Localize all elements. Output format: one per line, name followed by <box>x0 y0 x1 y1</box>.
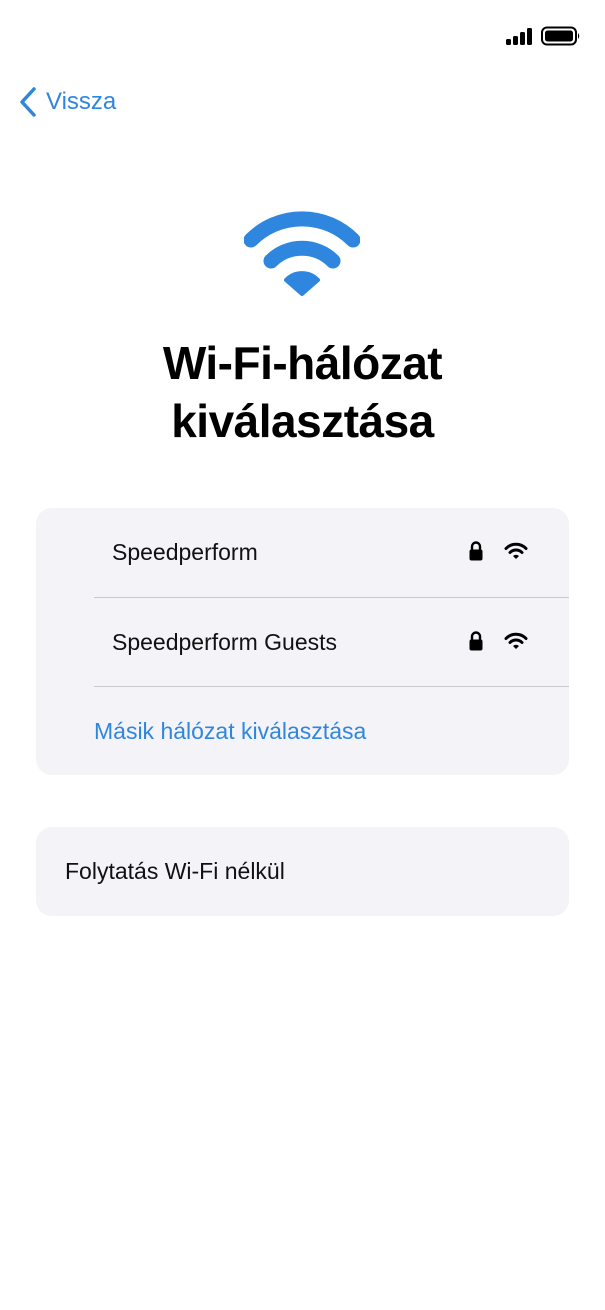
continue-without-wifi-button[interactable]: Folytatás Wi-Fi nélkül <box>36 827 569 916</box>
choose-other-network-button[interactable]: Másik hálózat kiválasztása <box>94 687 366 776</box>
network-row-speedperform-guests[interactable]: Speedperform Guests <box>36 598 569 687</box>
back-button[interactable]: Vissza <box>18 84 116 120</box>
lock-icon <box>469 541 483 561</box>
status-bar <box>0 0 605 70</box>
network-list: Speedperform Speedperform Guests Másik h… <box>36 508 569 775</box>
network-name: Speedperform Guests <box>112 629 338 655</box>
page-title-line-2: kiválasztása <box>171 395 434 447</box>
cellular-signal-icon <box>506 27 534 45</box>
wifi-icon <box>244 211 360 296</box>
page-title: Wi-Fi-hálózat kiválasztása <box>0 334 605 450</box>
continue-without-wifi-label: Folytatás Wi-Fi nélkül <box>65 858 285 884</box>
wifi-signal-icon <box>504 632 528 649</box>
back-label: Vissza <box>46 88 117 115</box>
network-name: Speedperform <box>112 539 258 565</box>
chevron-left-icon <box>20 87 36 117</box>
lock-icon <box>469 631 483 651</box>
wifi-signal-icon <box>504 542 528 559</box>
battery-icon <box>541 26 580 46</box>
page-title-line-1: Wi-Fi-hálózat <box>162 337 443 389</box>
network-row-speedperform[interactable]: Speedperform <box>36 508 569 597</box>
